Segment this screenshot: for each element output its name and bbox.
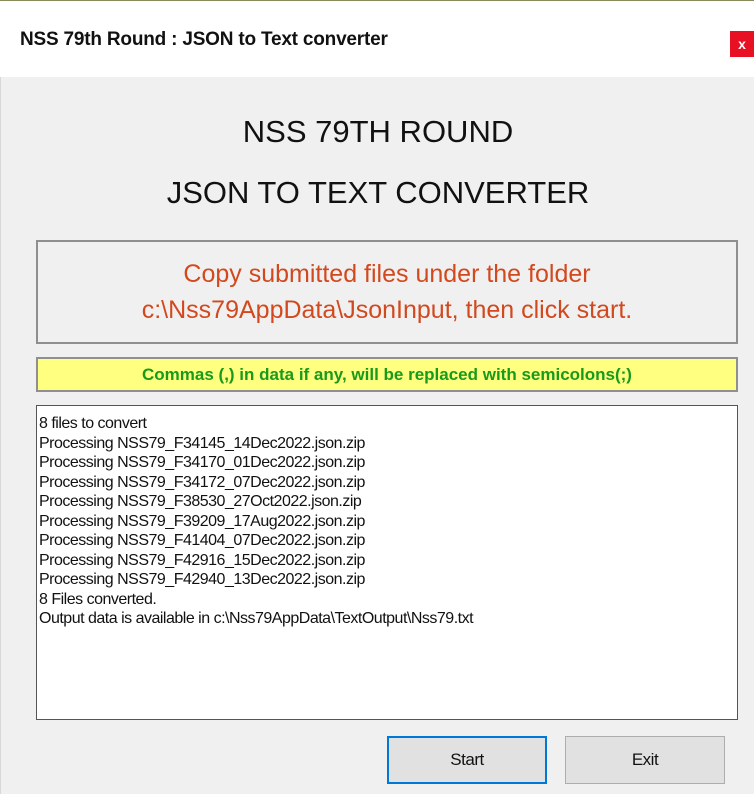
exit-button[interactable]: Exit [565, 736, 725, 784]
window-title: NSS 79th Round : JSON to Text converter [20, 29, 388, 50]
instruction-line-2: c:\Nss79AppData\JsonInput, then click st… [141, 296, 633, 324]
log-line: 8 files to convert [39, 415, 147, 432]
log-line: Processing NSS79_F34172_07Dec2022.json.z… [39, 473, 365, 491]
start-button[interactable]: Start [387, 736, 547, 784]
log-line: 8 Files converted. [39, 590, 157, 608]
heading-converter: JSON TO TEXT CONVERTER [166, 175, 590, 210]
comma-note: Commas (,) in data if any, will be repla… [36, 357, 738, 392]
log-line: Output data is available in c:\Nss79AppD… [39, 610, 474, 627]
log-line: Processing NSS79_F42940_13Dec2022.json.z… [39, 571, 365, 588]
heading-round: NSS 79TH ROUND [242, 114, 514, 149]
form-client-area: NSS 79TH ROUND JSON TO TEXT CONVERTER Co… [0, 77, 754, 794]
log-line: Processing NSS79_F34145_14Dec2022.json.z… [39, 434, 365, 452]
instruction-box: Copy submitted files under the folder c:… [36, 240, 738, 344]
log-line: Processing NSS79_F38530_27Oct2022.json.z… [39, 493, 362, 510]
instruction-line-1: Copy submitted files under the folder [183, 260, 591, 288]
log-line: Processing NSS79_F34170_01Dec2022.json.z… [39, 454, 365, 471]
log-line: Processing NSS79_F41404_07Dec2022.json.z… [39, 532, 365, 549]
close-icon: x [738, 36, 746, 52]
log-line: Processing NSS79_F39209_17Aug2022.json.z… [39, 512, 365, 530]
title-bar: NSS 79th Round : JSON to Text converter … [0, 0, 754, 77]
log-textbox[interactable]: 8 files to convert Processing NSS79_F341… [36, 405, 738, 720]
log-line: Processing NSS79_F42916_15Dec2022.json.z… [39, 551, 365, 569]
close-button[interactable]: x [730, 31, 754, 57]
